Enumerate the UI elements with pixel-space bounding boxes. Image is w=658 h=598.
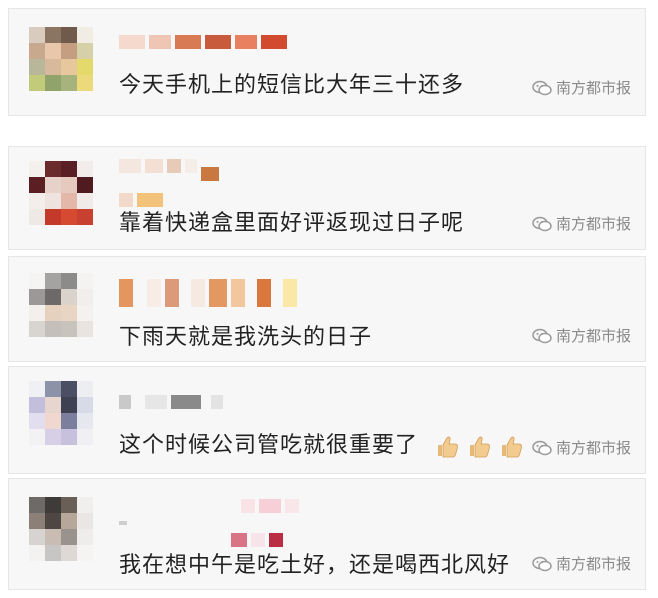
watermark-label: 南方都市报 — [555, 327, 631, 345]
wechat-icon — [532, 216, 552, 231]
watermark-label: 南方都市报 — [555, 215, 631, 233]
emoji-group — [434, 433, 524, 459]
wechat-icon — [532, 328, 552, 343]
comment-card: 靠着快递盒里面好评返现过日子呢 南方都市报 — [8, 146, 646, 250]
username-blurred[interactable] — [119, 499, 299, 547]
avatar[interactable] — [29, 273, 93, 337]
comment-text: 下雨天就是我洗头的日子 — [119, 325, 373, 350]
comment-text: 靠着快递盒里面好评返现过日子呢 — [119, 211, 465, 236]
wechat-icon — [532, 556, 552, 571]
comment-text: 这个时候公司管吃就很重要了 — [119, 427, 524, 459]
comment-card: 下雨天就是我洗头的日子 南方都市报 — [8, 256, 646, 362]
comment-card: 这个时候公司管吃就很重要了 南方都市报 — [8, 366, 646, 474]
watermark: 南方都市报 — [532, 325, 631, 346]
watermark: 南方都市报 — [532, 553, 631, 574]
thumbs-up-icon — [502, 436, 523, 458]
comment-text-body: 这个时候公司管吃就很重要了 — [119, 433, 419, 458]
avatar[interactable] — [29, 27, 93, 91]
thumbs-up-icon — [438, 436, 459, 458]
username-blurred[interactable] — [119, 279, 297, 307]
watermark-label: 南方都市报 — [555, 555, 631, 573]
thumbs-up-icon — [470, 436, 491, 458]
comment-card: 我在想中午是吃土好，还是喝西北风好 南方都市报 — [8, 478, 646, 590]
avatar[interactable] — [29, 497, 93, 561]
watermark: 南方都市报 — [532, 437, 631, 458]
watermark: 南方都市报 — [532, 77, 631, 98]
avatar[interactable] — [29, 381, 93, 445]
wechat-icon — [532, 440, 552, 455]
wechat-icon — [532, 80, 552, 95]
avatar[interactable] — [29, 161, 93, 225]
comment-text: 我在想中午是吃土好，还是喝西北风好 — [119, 553, 511, 578]
username-blurred[interactable] — [119, 395, 223, 409]
comment-card: 今天手机上的短信比大年三十还多 南方都市报 — [8, 8, 646, 116]
comment-text: 今天手机上的短信比大年三十还多 — [119, 73, 465, 98]
username-blurred[interactable] — [119, 35, 287, 49]
watermark-label: 南方都市报 — [555, 439, 631, 457]
watermark-label: 南方都市报 — [555, 79, 631, 97]
username-blurred[interactable] — [119, 159, 229, 207]
watermark: 南方都市报 — [532, 213, 631, 234]
